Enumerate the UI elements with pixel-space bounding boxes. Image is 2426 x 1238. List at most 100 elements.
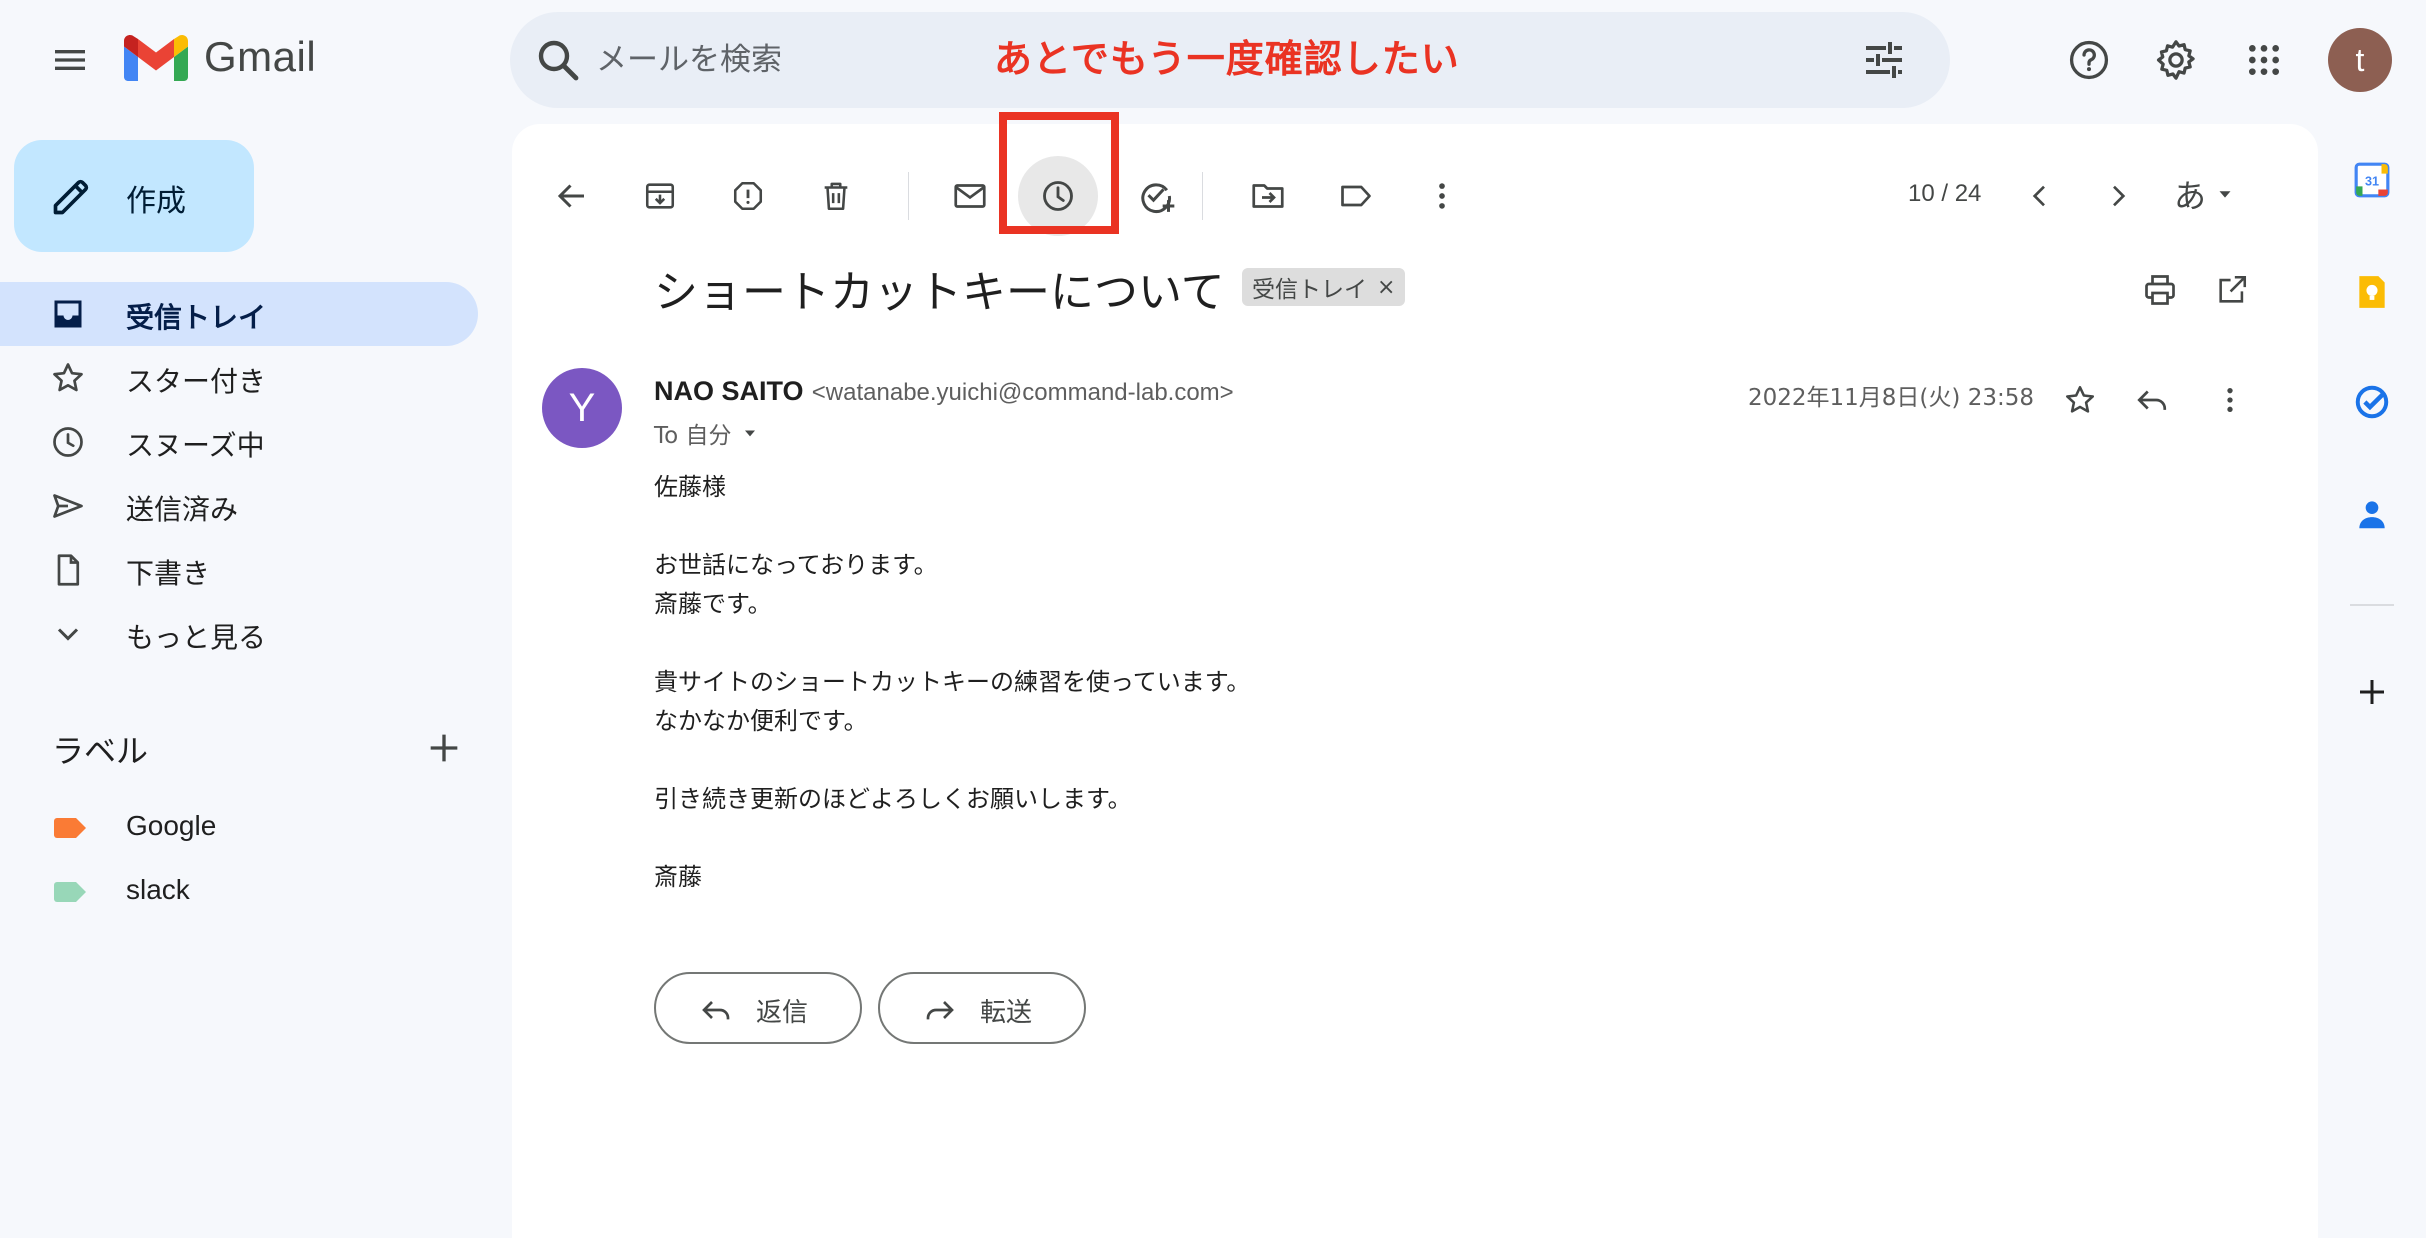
calendar-icon: 31 [2354,162,2390,198]
annotation-highlight-box [999,112,1119,234]
label-item-label: slack [126,874,190,905]
sidebar-item-drafts[interactable]: 下書き [0,538,480,602]
settings-button[interactable] [2150,34,2202,86]
compose-button[interactable]: 作成 [14,140,254,252]
sidebar-item-sent[interactable]: 送信済み [0,474,480,538]
label-item-google[interactable]: Google [0,798,480,858]
label-item-slack[interactable]: slack [0,862,480,922]
sidebar-item-label: 下書き [126,557,211,590]
chevron-down-icon [57,628,79,641]
sidebar-item-snoozed[interactable]: スヌーズ中 [0,410,480,474]
forward-icon [926,1001,954,1020]
labels-button[interactable] [1330,170,1382,222]
delete-button[interactable] [810,170,862,222]
star-icon [2065,385,2095,413]
sidebar-item-inbox[interactable]: 受信トレイ [0,282,478,346]
chip-remove-icon[interactable]: × [1377,275,1395,300]
email-date: 2022年11月8日(火) 23:58 [1748,385,2034,411]
recipient-label: To 自分 [654,423,732,449]
body-line: 斎藤です。 [654,590,772,618]
email-subject: ショートカットキーについて [654,267,1225,318]
annotation-label: あとでもう一度確認したい [994,37,1460,81]
contacts-icon [2359,501,2385,529]
side-app-tasks[interactable] [2346,376,2398,428]
help-button[interactable] [2063,34,2115,86]
sender-name[interactable]: NAO SAITO [654,376,804,406]
move-to-button[interactable] [1242,170,1294,222]
body-line: 引き続き更新のほどよろしくお願いします。 [654,785,1132,813]
archive-button[interactable] [634,170,686,222]
report-spam-button[interactable] [722,170,774,222]
label-tag-icon [54,818,86,838]
open-new-window-button[interactable] [2206,264,2258,316]
label-item-label: Google [126,810,217,841]
input-tools-label: あ [2174,177,2207,215]
hamburger-icon [55,50,85,70]
reply-action-label: 返信 [756,998,809,1028]
back-button[interactable] [546,170,598,222]
svg-text:31: 31 [2365,175,2379,189]
main-menu-button[interactable] [40,30,100,90]
keep-icon [2359,276,2385,308]
gmail-logo[interactable]: Gmail [124,32,316,82]
body-line [654,741,1250,780]
google-apps-button[interactable] [2238,34,2290,86]
body-line [654,819,1250,858]
sender-avatar[interactable]: Y [542,368,622,448]
compose-label: 作成 [126,184,186,219]
side-app-calendar[interactable]: 31 [2346,154,2398,206]
labels-heading: ラベル [52,732,149,770]
sidebar-item-label: 受信トレイ [126,301,267,334]
star-button[interactable] [2054,374,2106,426]
newer-button[interactable] [2014,170,2066,222]
star-icon [53,363,83,392]
add-label-icon[interactable] [424,728,464,768]
tasks-icon [2355,385,2389,419]
input-tools-button[interactable]: あ [2174,168,2236,220]
side-app-keep[interactable] [2346,266,2398,318]
forward-action-button[interactable]: 転送 [878,972,1086,1044]
more-options-button[interactable] [1416,170,1468,222]
print-button[interactable] [2134,264,2186,316]
sender-email: <watanabe.yuichi@command-lab.com> [811,379,1234,406]
sidebar-item-starred[interactable]: スター付き [0,346,480,410]
clock-icon [53,427,83,457]
help-icon [2069,40,2109,80]
archive-icon [645,183,675,209]
body-line: なかなか便利です。 [654,707,868,735]
message-more-button[interactable] [2204,374,2256,426]
sidebar-item-more[interactable]: もっと見る [0,602,480,666]
toolbar-divider [908,172,909,220]
sidebar-item-label: スター付き [126,365,267,398]
search-options-icon[interactable] [1860,36,1908,84]
gmail-m-icon [124,34,188,81]
sidebar-item-label: 送信済み [126,493,239,526]
get-addons-button[interactable] [2346,666,2398,718]
pagination-count: 10 / 24 [1908,180,1982,207]
side-panel-divider [2350,604,2394,606]
gear-icon [2156,40,2195,80]
recipient-details[interactable]: To 自分 [654,416,760,450]
inbox-label-chip[interactable]: 受信トレイ × [1242,268,1406,306]
mail-icon [954,184,986,208]
send-icon [53,494,83,518]
body-line: 斎藤 [654,863,702,891]
side-app-contacts[interactable] [2346,488,2398,540]
email-view: 10 / 24 あ ショートカットキーについて 受信トレイ × Y NAO SA… [512,112,2318,1238]
search-icon[interactable] [534,36,582,84]
reply-action-button[interactable]: 返信 [654,972,862,1044]
body-line: 貴サイトのショートカットキーの練習を使っています。 [654,668,1251,696]
mark-unread-button[interactable] [944,170,996,222]
toolbar-divider [1202,172,1203,220]
body-line: 佐藤様 [654,473,726,501]
apps-grid-icon [2249,45,2279,75]
chevron-left-icon [2032,185,2045,207]
body-line: お世話になっております。 [654,551,938,579]
sender-info: NAO SAITO <watanabe.yuichi@command-lab.c… [654,376,1234,407]
dropdown-arrow-icon [2219,191,2231,198]
add-to-tasks-button[interactable] [1130,170,1182,222]
reply-button[interactable] [2126,374,2178,426]
older-button[interactable] [2092,170,2144,222]
account-avatar[interactable]: t [2328,28,2392,92]
report-icon [733,181,763,211]
